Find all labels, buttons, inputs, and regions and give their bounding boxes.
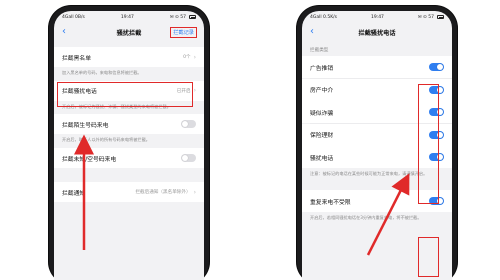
status-bar: 4Gall 0.5K/s 19:47 ✉ ⊙ 57 [302, 11, 452, 23]
status-bar: 4Gall 0B/s 19:47 ✉ ⊙ 57 [54, 11, 204, 23]
status-left: 4Gall 0.5K/s [310, 14, 338, 20]
phone-left: 4Gall 0B/s 19:47 ✉ ⊙ 57 ‹ 骚扰拦截 拦截记录 拦截黑名… [49, 6, 209, 280]
page-title: 拦截骚扰电话 [358, 29, 396, 37]
nav-bar: ‹ 拦截骚扰电话 [302, 23, 452, 41]
blacklist-desc: 加入黑名单的号码，来电和信息将被拦截。 [54, 67, 204, 81]
nav-bar: ‹ 骚扰拦截 拦截记录 [54, 23, 204, 41]
chevron-right-icon: › [193, 188, 196, 196]
notify-label: 拦截通知 [62, 190, 86, 197]
type-toggle[interactable] [429, 108, 444, 117]
notify-value: 拦截后通知（黑名单除外） [135, 190, 191, 196]
stranger-toggle[interactable] [181, 120, 196, 129]
type-toggle[interactable] [429, 130, 444, 139]
harass-desc: 开启后，被标记为骚扰、诈骗、骚扰类型的来电将被拦截。 [54, 100, 204, 115]
repeat-label: 重复来电不受限 [310, 199, 351, 206]
type-row: 房产中介 [302, 78, 452, 101]
type-toggle[interactable] [429, 85, 444, 94]
harass-row[interactable]: 拦截骚扰电话 已开启 › [54, 80, 204, 101]
type-list: 广告推销 房产中介 疑似诈骗 保险理财 骚扰电话 [302, 56, 452, 169]
chevron-right-icon: › [193, 53, 196, 61]
types-desc: 注意：被标记的电话在某些时候可能为正常来电，请谨慎开启。 [302, 168, 452, 183]
blacklist-count: 0个 [183, 55, 191, 60]
type-label: 房产中介 [310, 88, 334, 95]
stranger-desc: 开启后，联系人以外的所有号码来电将被拦截。 [54, 134, 204, 149]
status-time: 19:47 [370, 14, 384, 20]
unknown-row: 拦截未知/空号码来电 [54, 148, 204, 169]
stranger-label: 拦截陌生号码来电 [62, 122, 109, 129]
section-header: 拦截类型 [310, 48, 329, 53]
screen-left: 4Gall 0B/s 19:47 ✉ ⊙ 57 ‹ 骚扰拦截 拦截记录 拦截黑名… [54, 11, 204, 280]
harass-label: 拦截骚扰电话 [62, 89, 97, 96]
stage: 4Gall 0B/s 19:47 ✉ ⊙ 57 ‹ 骚扰拦截 拦截记录 拦截黑名… [0, 0, 500, 280]
screen-right: 4Gall 0.5K/s 19:47 ✉ ⊙ 57 ‹ 拦截骚扰电话 拦截类型 … [302, 11, 452, 280]
type-label: 保险理财 [310, 133, 334, 140]
type-label: 骚扰电话 [310, 155, 334, 162]
type-toggle[interactable] [429, 153, 444, 162]
battery-icon [189, 15, 196, 19]
type-label: 疑似诈骗 [310, 110, 334, 117]
type-row: 骚扰电话 [302, 146, 452, 169]
repeat-row: 重复来电不受限 [302, 190, 452, 213]
status-right: ✉ ⊙ 57 [417, 14, 434, 20]
highlight-box [418, 237, 439, 277]
chevron-right-icon: › [193, 87, 196, 95]
unknown-label: 拦截未知/空号码来电 [62, 156, 117, 163]
repeat-desc: 开启后，若相同骚扰电话在3分钟内重复来电，将不被拦截。 [302, 212, 452, 226]
type-label: 广告推销 [310, 65, 334, 72]
blacklist-row[interactable]: 拦截黑名单 0个 › [54, 47, 204, 67]
battery-icon [437, 15, 444, 19]
page-title: 骚扰拦截 [116, 29, 142, 37]
stranger-row: 拦截陌生号码来电 [54, 114, 204, 135]
harass-status: 已开启 [176, 88, 191, 94]
phone-right: 4Gall 0.5K/s 19:47 ✉ ⊙ 57 ‹ 拦截骚扰电话 拦截类型 … [297, 6, 457, 280]
type-row: 保险理财 [302, 123, 452, 146]
status-left: 4Gall 0B/s [62, 14, 85, 20]
status-right: ✉ ⊙ 57 [169, 14, 186, 20]
blacklist-label: 拦截黑名单 [62, 55, 91, 62]
type-row: 疑似诈骗 [302, 101, 452, 124]
type-toggle[interactable] [429, 63, 444, 71]
notify-row[interactable]: 拦截通知 拦截后通知（黑名单除外） › [54, 182, 204, 203]
unknown-toggle[interactable] [181, 154, 196, 163]
repeat-toggle[interactable] [429, 197, 444, 206]
status-time: 19:47 [120, 14, 134, 20]
type-row: 广告推销 [302, 56, 452, 78]
